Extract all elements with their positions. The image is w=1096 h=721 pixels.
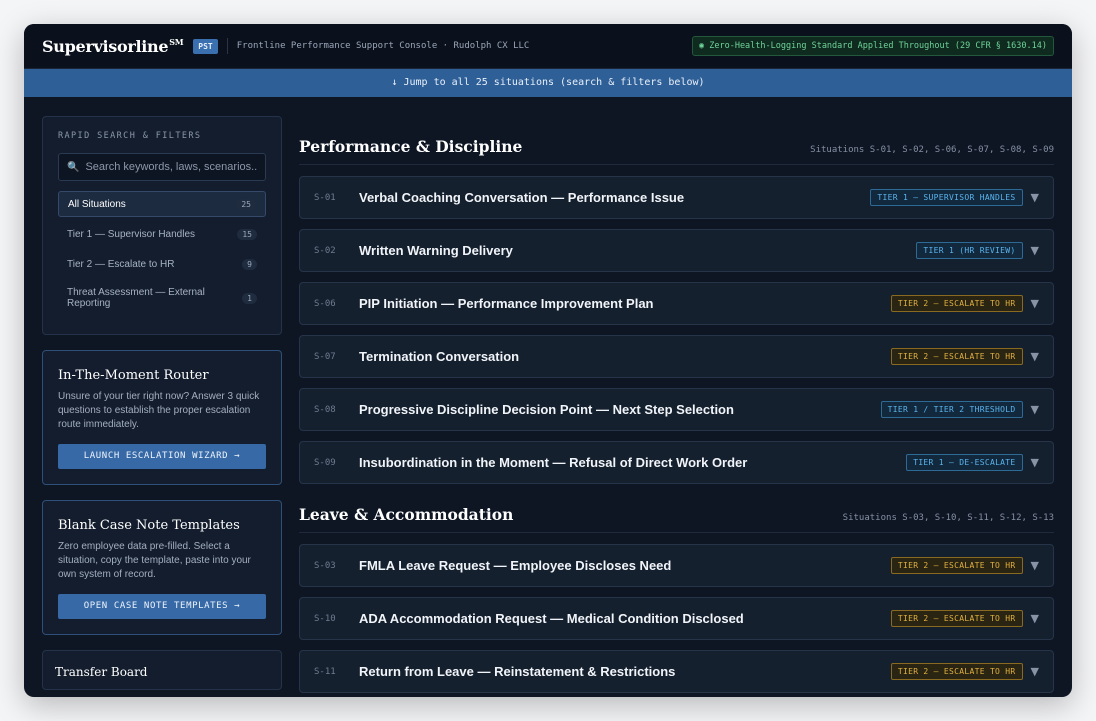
section-situation-ids: Situations S-01, S-02, S-06, S-07, S-08,… [810,145,1054,155]
search-filters-card: RAPID SEARCH & FILTERS 🔍 All Situations … [42,116,282,335]
search-box[interactable]: 🔍 [58,153,266,181]
situation-title: Written Warning Delivery [359,243,513,258]
section-situation-ids: Situations S-03, S-10, S-11, S-12, S-13 [842,513,1054,523]
chevron-down-icon[interactable]: ▼ [1031,559,1039,572]
tier-badge: TIER 1 — DE-ESCALATE [906,454,1023,471]
situation-title: Verbal Coaching Conversation — Performan… [359,190,685,205]
search-input[interactable] [85,161,257,173]
search-filters-label: RAPID SEARCH & FILTERS [58,131,202,141]
router-description: Unsure of your tier right now? Answer 3 … [58,391,260,430]
router-title: In-The-Moment Router [58,368,209,383]
situation-row[interactable]: S-06 PIP Initiation — Performance Improv… [299,282,1054,325]
chevron-down-icon[interactable]: ▼ [1031,456,1039,469]
situation-title: PIP Initiation — Performance Improvement… [359,296,654,311]
chevron-down-icon[interactable]: ▼ [1031,403,1039,416]
section-header: Performance & Discipline Situations S-01… [299,137,1054,165]
section-title: Leave & Accommodation [299,505,514,524]
tier-badge: TIER 2 — ESCALATE TO HR [890,610,1023,627]
filter-tier-1[interactable]: Tier 1 — Supervisor Handles 15 [58,221,266,247]
situation-title: FMLA Leave Request — Employee Discloses … [359,558,672,573]
situation-id: S-08 [314,404,336,415]
situation-id: S-09 [314,457,336,468]
chevron-down-icon[interactable]: ▼ [1031,665,1039,678]
jump-to-situations-link[interactable]: ↓ Jump to all 25 situations (search & fi… [24,69,1072,97]
tier-badge: TIER 2 — ESCALATE TO HR [890,295,1023,312]
sidebar: RAPID SEARCH & FILTERS 🔍 All Situations … [42,116,282,697]
situation-row[interactable]: S-02 Written Warning Delivery TIER 1 (HR… [299,229,1054,272]
situation-row[interactable]: S-07 Termination Conversation TIER 2 — E… [299,335,1054,378]
filter-count: 9 [242,258,257,270]
situation-title: ADA Accommodation Request — Medical Cond… [359,611,744,626]
situation-title: Insubordination in the Moment — Refusal … [359,455,748,470]
open-case-note-templates-button[interactable]: OPEN CASE NOTE TEMPLATES → [58,594,266,619]
header-divider [226,38,228,54]
chevron-down-icon[interactable]: ▼ [1031,244,1039,257]
filter-list: All Situations 25 Tier 1 — Supervisor Ha… [58,191,266,315]
situation-title: Return from Leave — Reinstatement & Rest… [359,664,676,679]
situation-title: Termination Conversation [359,349,520,364]
chevron-down-icon[interactable]: ▼ [1031,297,1039,310]
console-subtitle: Frontline Performance Support Console · … [236,41,530,51]
situations-list: Performance & Discipline Situations S-01… [299,116,1054,697]
chevron-down-icon[interactable]: ▼ [1031,612,1039,625]
filter-count: 15 [237,228,257,240]
situation-title: Progressive Discipline Decision Point — … [359,402,734,417]
situation-id: S-02 [314,245,336,256]
tier-badge: TIER 1 (HR REVIEW) [916,242,1023,259]
situation-id: S-07 [314,351,336,362]
filter-tier-2[interactable]: Tier 2 — Escalate to HR 9 [58,251,266,277]
compliance-badge: ◉ Zero-Health-Logging Standard Applied T… [692,36,1054,56]
situation-id: S-03 [314,560,336,571]
transfer-board-title: Transfer Board [55,665,148,679]
filter-count: 25 [236,198,256,210]
tier-badge: TIER 2 — ESCALATE TO HR [890,348,1023,365]
search-icon: 🔍 [67,161,80,173]
situation-row[interactable]: S-11 Return from Leave — Reinstatement &… [299,650,1054,693]
templates-description: Zero employee data pre-filled. Select a … [58,541,251,580]
situation-row[interactable]: S-01 Verbal Coaching Conversation — Perf… [299,176,1054,219]
tier-badge: TIER 1 / TIER 2 THRESHOLD [880,401,1023,418]
tier-badge: TIER 2 — ESCALATE TO HR [890,663,1023,680]
situation-id: S-10 [314,613,336,624]
chevron-down-icon[interactable]: ▼ [1031,350,1039,363]
filter-all-situations[interactable]: All Situations 25 [58,191,266,217]
transfer-board-card: Transfer Board [42,650,282,690]
tier-badge: TIER 2 — ESCALATE TO HR [890,557,1023,574]
chevron-down-icon[interactable]: ▼ [1031,191,1039,204]
timezone-badge: PST [193,38,218,54]
case-note-templates-card: Blank Case Note Templates Zero employee … [42,500,282,635]
tier-badge: TIER 1 — SUPERVISOR HANDLES [870,189,1023,206]
situation-id: S-06 [314,298,336,309]
situation-row[interactable]: S-03 FMLA Leave Request — Employee Discl… [299,544,1054,587]
section-header: Leave & Accommodation Situations S-03, S… [299,505,1054,533]
router-card: In-The-Moment Router Unsure of your tier… [42,350,282,485]
launch-escalation-wizard-button[interactable]: LAUNCH ESCALATION WIZARD → [58,444,266,469]
brand-logo[interactable]: SupervisorlineSM [42,37,184,56]
situation-id: S-01 [314,192,336,203]
templates-title: Blank Case Note Templates [58,518,240,533]
app-window: SupervisorlineSM PST Frontline Performan… [24,24,1072,697]
situation-row[interactable]: S-08 Progressive Discipline Decision Poi… [299,388,1054,431]
filter-count: 1 [242,292,257,304]
top-bar: SupervisorlineSM PST Frontline Performan… [24,24,1072,69]
situation-row[interactable]: S-09 Insubordination in the Moment — Ref… [299,441,1054,484]
situation-row[interactable]: S-10 ADA Accommodation Request — Medical… [299,597,1054,640]
situation-id: S-11 [314,666,336,677]
section-title: Performance & Discipline [299,137,523,156]
filter-threat-assessment[interactable]: Threat Assessment — External Reporting 1 [58,281,266,315]
